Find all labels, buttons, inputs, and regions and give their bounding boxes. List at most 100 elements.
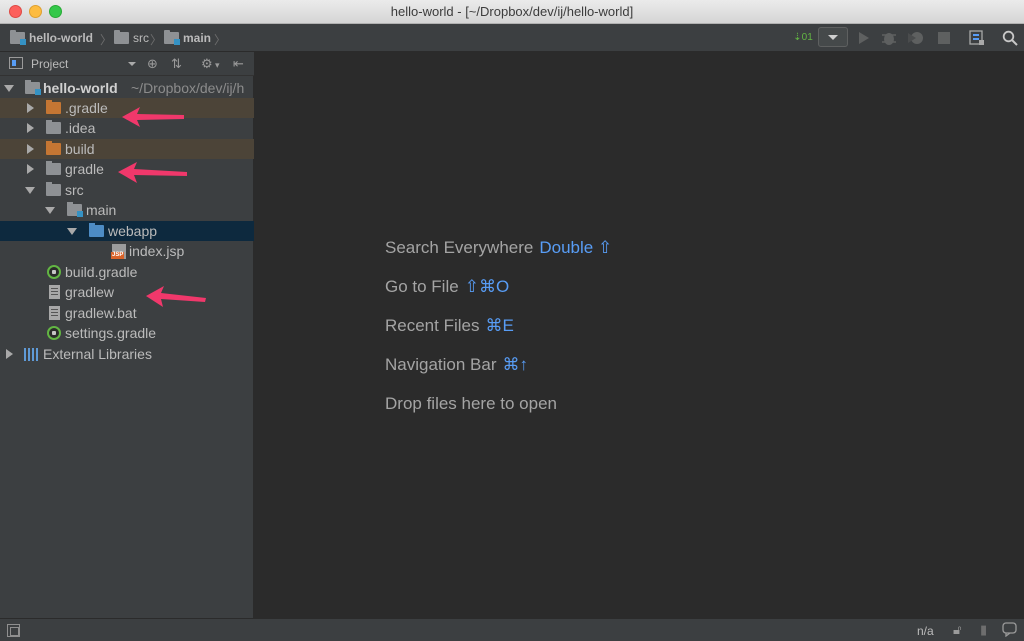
excluded-folder-icon bbox=[46, 141, 61, 155]
run-configuration-dropdown[interactable] bbox=[818, 27, 848, 47]
hint-shortcut: ⌘↑ bbox=[502, 355, 529, 374]
tree-item-label: External Libraries bbox=[43, 346, 152, 362]
tool-windows-toggle-icon[interactable] bbox=[7, 624, 20, 637]
tree-item-index-jsp[interactable]: index.jsp bbox=[0, 241, 254, 261]
hint-text: Search Everywhere bbox=[385, 238, 534, 257]
gear-dropdown-icon[interactable]: ▾ bbox=[215, 60, 220, 71]
expand-arrow-icon[interactable] bbox=[27, 103, 34, 113]
expand-arrow-icon[interactable] bbox=[67, 228, 77, 235]
tree-item-label: .gradle bbox=[65, 100, 108, 116]
tree-item-build[interactable]: build bbox=[0, 139, 254, 159]
coverage-icon[interactable] bbox=[906, 29, 926, 47]
tree-item-label: webapp bbox=[108, 223, 158, 239]
hint-text: Navigation Bar bbox=[385, 355, 497, 374]
collapse-all-icon[interactable]: ⇅ bbox=[171, 56, 182, 72]
hint-shortcut: Double ⇧ bbox=[539, 238, 613, 257]
breadcrumb-main[interactable]: main bbox=[164, 30, 211, 46]
hint-navigation-bar: Navigation Bar ⌘↑ bbox=[385, 355, 528, 375]
chevron-down-icon[interactable] bbox=[128, 62, 136, 66]
hint-drop-files: Drop files here to open bbox=[385, 394, 557, 414]
expand-arrow-icon[interactable] bbox=[27, 123, 34, 133]
breadcrumb-separator: 〉 bbox=[214, 33, 227, 47]
hint-text: Go to File bbox=[385, 277, 459, 296]
project-structure-icon[interactable] bbox=[968, 29, 986, 47]
stop-icon[interactable] bbox=[936, 29, 952, 47]
tree-item-gradlew[interactable]: gradlew bbox=[0, 282, 254, 302]
hint-shortcut: ⇧⌘O bbox=[464, 277, 510, 296]
tree-item-external-libraries[interactable]: External Libraries bbox=[0, 344, 254, 364]
project-view-icon bbox=[9, 57, 23, 69]
title-bar: hello-world - [~/Dropbox/dev/ij/hello-wo… bbox=[0, 0, 1024, 24]
project-panel-header: Project ⊕ ⇅ ⚙ ▾ ⇤ bbox=[0, 52, 254, 76]
gear-icon[interactable]: ⚙ bbox=[201, 56, 213, 72]
tree-item-label: build bbox=[65, 141, 95, 157]
tree-item-label: hello-world bbox=[43, 80, 118, 96]
module-folder-icon bbox=[25, 80, 41, 95]
window-title: hello-world - [~/Dropbox/dev/ij/hello-wo… bbox=[390, 4, 634, 19]
folder-icon bbox=[46, 120, 61, 134]
run-icon[interactable] bbox=[856, 29, 872, 47]
jsp-file-icon bbox=[111, 244, 126, 259]
annotation-arrow-icon bbox=[118, 162, 187, 183]
tree-item-label: gradlew.bat bbox=[65, 305, 137, 321]
annotation-arrow-icon bbox=[122, 107, 184, 127]
breadcrumb-src[interactable]: src bbox=[114, 30, 149, 46]
tree-item-label: settings.gradle bbox=[65, 325, 157, 341]
inspector-icon[interactable]: ▮ bbox=[980, 622, 987, 638]
tree-item-label: build.gradle bbox=[65, 264, 138, 280]
tree-item-path-hint: ~/Dropbox/dev/ij/h bbox=[131, 80, 245, 96]
breadcrumb-label: src bbox=[133, 31, 149, 45]
hint-text: Drop files here to open bbox=[385, 394, 557, 413]
breadcrumb-separator: 〉 bbox=[100, 33, 113, 47]
build-icon[interactable]: ⇣01 bbox=[793, 29, 813, 47]
project-panel-title[interactable]: Project bbox=[31, 57, 68, 71]
expand-arrow-icon[interactable] bbox=[25, 187, 35, 194]
debug-icon[interactable] bbox=[880, 29, 898, 47]
breadcrumb-hello-world[interactable]: hello-world bbox=[10, 30, 93, 46]
hint-recent-files: Recent Files ⌘E bbox=[385, 316, 514, 336]
tree-item-hello-world[interactable]: hello-world ~/Dropbox/dev/ij/h bbox=[0, 78, 254, 98]
tree-item-settings-gradle[interactable]: settings.gradle bbox=[0, 323, 254, 343]
text-file-icon bbox=[49, 285, 60, 299]
project-tree: hello-world ~/Dropbox/dev/ij/h .gradle .… bbox=[0, 76, 254, 618]
library-icon bbox=[24, 348, 39, 361]
lock-icon[interactable]: 🔓︎ bbox=[953, 622, 961, 638]
breadcrumb-label: main bbox=[183, 31, 212, 45]
tree-item-label: gradle bbox=[65, 161, 104, 177]
gradle-file-icon bbox=[47, 265, 61, 279]
editor-empty-area[interactable]: Search Everywhere Double ⇧ Go to File ⇧⌘O … bbox=[255, 52, 1024, 618]
tree-item-label: .idea bbox=[65, 120, 96, 136]
expand-arrow-icon[interactable] bbox=[27, 144, 34, 154]
excluded-folder-icon bbox=[46, 100, 61, 114]
tree-item-main[interactable]: main bbox=[0, 200, 254, 220]
expand-arrow-icon[interactable] bbox=[4, 85, 14, 92]
breadcrumb-separator: 〉 bbox=[150, 33, 163, 47]
web-folder-icon bbox=[89, 223, 104, 237]
status-bar: n/a 🔓︎ ▮ bbox=[0, 618, 1024, 641]
text-file-icon bbox=[49, 306, 60, 320]
event-log-icon[interactable] bbox=[1002, 622, 1018, 640]
tree-item-label: gradlew bbox=[65, 284, 115, 300]
breadcrumb-label: hello-world bbox=[29, 31, 93, 45]
caret-position[interactable]: n/a bbox=[917, 624, 934, 638]
hint-go-to-file: Go to File ⇧⌘O bbox=[385, 277, 509, 297]
hide-panel-icon[interactable]: ⇤ bbox=[233, 56, 244, 72]
locate-icon[interactable]: ⊕ bbox=[147, 56, 158, 72]
hint-search-everywhere: Search Everywhere Double ⇧ bbox=[385, 238, 612, 258]
hint-text: Recent Files bbox=[385, 316, 480, 335]
tree-item-webapp[interactable]: webapp bbox=[0, 221, 254, 241]
search-icon[interactable] bbox=[1001, 29, 1019, 47]
annotation-arrow-icon bbox=[146, 286, 206, 307]
folder-icon bbox=[114, 30, 129, 44]
gradle-file-icon bbox=[47, 326, 61, 340]
expand-arrow-icon[interactable] bbox=[45, 207, 55, 214]
tree-item-gradlew-bat[interactable]: gradlew.bat bbox=[0, 303, 254, 323]
module-folder-icon bbox=[67, 202, 83, 217]
tree-item-label: src bbox=[65, 182, 84, 198]
module-folder-icon bbox=[10, 30, 26, 45]
expand-arrow-icon[interactable] bbox=[27, 164, 34, 174]
tree-item-build-gradle[interactable]: build.gradle bbox=[0, 262, 254, 282]
folder-icon bbox=[46, 161, 61, 175]
navigation-bar: hello-world 〉 src 〉 main 〉 ⇣01 bbox=[0, 24, 1024, 52]
expand-arrow-icon[interactable] bbox=[6, 349, 13, 359]
